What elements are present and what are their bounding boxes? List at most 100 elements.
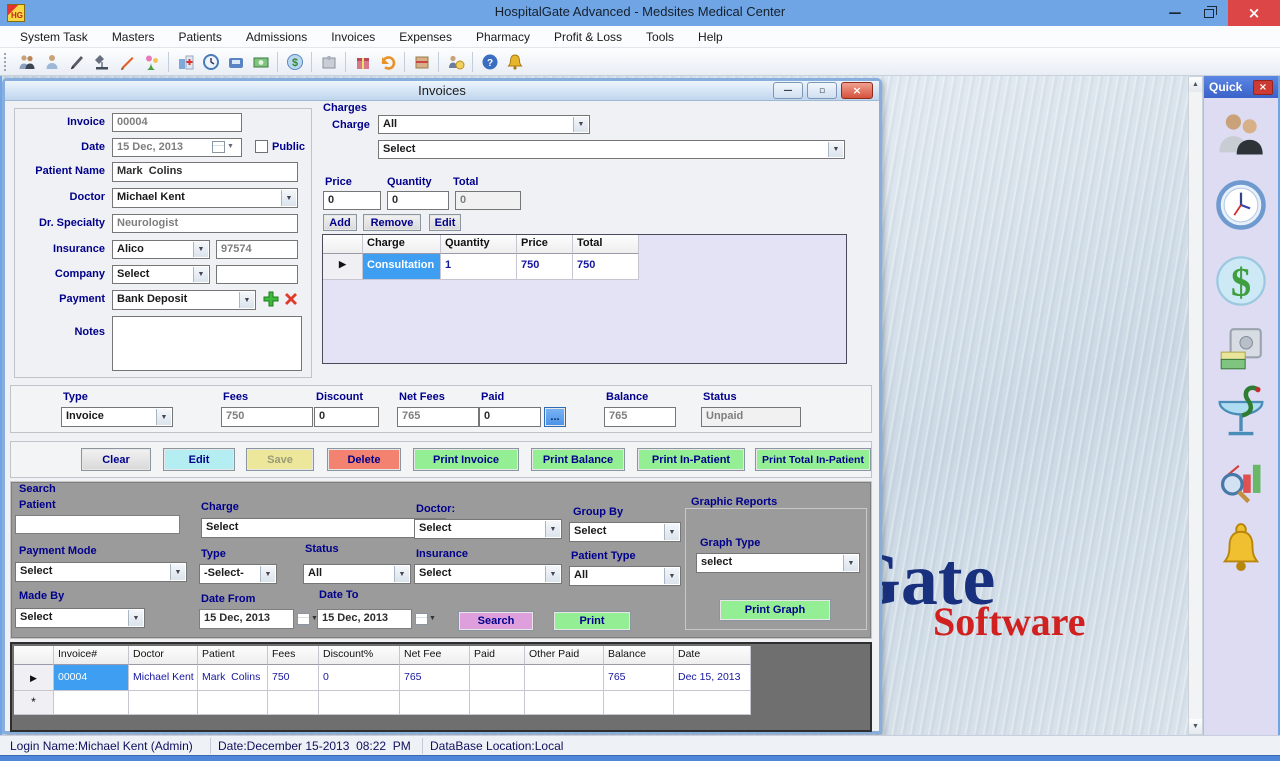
- save-button[interactable]: Save: [246, 448, 314, 471]
- search-charge-select[interactable]: Select▼: [201, 518, 446, 538]
- restore-button[interactable]: [1194, 0, 1224, 26]
- patient-type-select[interactable]: All▼: [569, 566, 681, 586]
- discount-cell[interactable]: 0: [319, 665, 400, 691]
- scroll-up-icon[interactable]: ▲: [1189, 77, 1202, 92]
- company-number-field[interactable]: [216, 265, 298, 284]
- notes-textarea[interactable]: [112, 316, 302, 371]
- menu-help[interactable]: Help: [688, 27, 733, 47]
- patients-group-icon[interactable]: [15, 50, 38, 73]
- minimize-button[interactable]: —: [1160, 0, 1190, 26]
- menu-pharmacy[interactable]: Pharmacy: [466, 27, 540, 47]
- dollar-coin-icon[interactable]: $: [283, 50, 306, 73]
- print-graph-button[interactable]: Print Graph: [719, 599, 831, 621]
- results-grid[interactable]: Invoice# Doctor Patient Fees Discount% N…: [14, 646, 751, 717]
- type-select[interactable]: Invoice▼: [61, 407, 173, 427]
- company-select[interactable]: Select▼: [112, 265, 210, 284]
- price-cell[interactable]: 750: [517, 254, 573, 280]
- price-field[interactable]: 0: [323, 191, 381, 210]
- reminder-bell-icon[interactable]: [503, 50, 526, 73]
- add-charge-button[interactable]: Add: [323, 214, 357, 231]
- charges-grid[interactable]: Charge Quantity Price Total ▶ Consultati…: [322, 234, 847, 364]
- net-fees-field[interactable]: 765: [397, 407, 479, 427]
- quick-bell-icon[interactable]: [1214, 518, 1268, 580]
- print-button[interactable]: Print: [553, 611, 631, 631]
- date-cell[interactable]: Dec 15, 2013: [674, 665, 751, 691]
- print-total-inpatient-button[interactable]: Print Total In-Patient: [755, 448, 871, 471]
- charge-cell[interactable]: Consultation: [363, 254, 441, 280]
- menu-masters[interactable]: Masters: [102, 27, 165, 47]
- print-invoice-button[interactable]: Print Invoice: [413, 448, 519, 471]
- print-inpatient-button[interactable]: Print In-Patient: [637, 448, 745, 471]
- child-close-button[interactable]: ×: [841, 82, 873, 99]
- results-grid-row[interactable]: ▶ 00004 Michael Kent Mark Colins 750 0 7…: [14, 665, 751, 691]
- quick-close-button[interactable]: ×: [1253, 80, 1273, 95]
- gift-icon[interactable]: [351, 50, 374, 73]
- quick-report-search-icon[interactable]: [1214, 454, 1268, 508]
- total-cell[interactable]: 750: [573, 254, 639, 280]
- delete-button[interactable]: Delete: [327, 448, 401, 471]
- quick-billing-icon[interactable]: $: [1214, 254, 1268, 308]
- invoices-window-titlebar[interactable]: Invoices — ▫ ×: [5, 81, 879, 101]
- public-checkbox[interactable]: [255, 140, 268, 153]
- edit-charge-button[interactable]: Edit: [429, 214, 461, 231]
- paid-cell[interactable]: [470, 665, 525, 691]
- otherpaid-cell[interactable]: [525, 665, 604, 691]
- undo-arrow-icon[interactable]: [376, 50, 399, 73]
- date-to-dropdown-icon[interactable]: ▼: [429, 615, 436, 622]
- calendar-icon[interactable]: [415, 613, 428, 625]
- payment-select[interactable]: Bank Deposit▼: [112, 290, 256, 310]
- remove-payment-icon[interactable]: [283, 291, 299, 312]
- cash-note-icon[interactable]: [249, 50, 272, 73]
- search-type-select[interactable]: -Select-▼: [199, 564, 277, 584]
- edit-button[interactable]: Edit: [163, 448, 235, 471]
- quick-clock-icon[interactable]: [1214, 178, 1268, 232]
- made-by-select[interactable]: Select▼: [15, 608, 145, 628]
- patient-icon[interactable]: [40, 50, 63, 73]
- invoice-number-field[interactable]: 00004: [112, 113, 242, 132]
- remove-charge-button[interactable]: Remove: [363, 214, 421, 231]
- search-status-select[interactable]: All▼: [303, 564, 411, 584]
- medicine-box-icon[interactable]: [317, 50, 340, 73]
- menu-admissions[interactable]: Admissions: [236, 27, 317, 47]
- menu-profit-loss[interactable]: Profit & Loss: [544, 27, 632, 47]
- payment-mode-select[interactable]: Select▼: [15, 562, 187, 582]
- fees-field[interactable]: 750: [221, 407, 313, 427]
- close-button[interactable]: ×: [1228, 0, 1280, 26]
- package-icon[interactable]: [410, 50, 433, 73]
- date-to-field[interactable]: 15 Dec, 2013: [317, 609, 412, 629]
- clear-button[interactable]: Clear: [81, 448, 151, 471]
- search-doctor-select[interactable]: Select▼: [414, 519, 562, 539]
- invoice-cell[interactable]: 00004: [54, 665, 129, 691]
- balance-cell[interactable]: 765: [604, 665, 674, 691]
- paid-details-button[interactable]: ...: [544, 407, 566, 427]
- discount-field[interactable]: 0: [314, 407, 379, 427]
- graph-type-select[interactable]: select▼: [696, 553, 860, 573]
- patient-name-field[interactable]: Mark Colins: [112, 162, 298, 182]
- pen-icon[interactable]: [115, 50, 138, 73]
- fees-cell[interactable]: 750: [268, 665, 319, 691]
- balance-field[interactable]: 765: [604, 407, 676, 427]
- insurance-number-field[interactable]: 97574: [216, 240, 298, 259]
- vertical-scrollbar[interactable]: ▲ ▼: [1188, 76, 1203, 735]
- quantity-cell[interactable]: 1: [441, 254, 517, 280]
- quick-pharmacy-icon[interactable]: [1214, 384, 1268, 438]
- quick-patients-icon[interactable]: [1214, 108, 1268, 162]
- results-grid-new-row[interactable]: *: [14, 691, 751, 715]
- charges-grid-row[interactable]: ▶ Consultation 1 750 750: [323, 254, 846, 280]
- search-patient-input[interactable]: [15, 515, 180, 534]
- menu-system-task[interactable]: System Task: [10, 27, 98, 47]
- microscope-icon[interactable]: [90, 50, 113, 73]
- signature-pen-icon[interactable]: [65, 50, 88, 73]
- child-minimize-button[interactable]: —: [773, 82, 803, 99]
- date-from-field[interactable]: 15 Dec, 2013: [199, 609, 294, 629]
- flowers-icon[interactable]: [140, 50, 163, 73]
- charge-item-select[interactable]: Select▼: [378, 140, 845, 159]
- child-restore-button[interactable]: ▫: [807, 82, 837, 99]
- doctor-cell[interactable]: Michael Kent: [129, 665, 198, 691]
- paid-field[interactable]: 0: [479, 407, 541, 427]
- fax-icon[interactable]: [224, 50, 247, 73]
- menu-invoices[interactable]: Invoices: [321, 27, 385, 47]
- menu-tools[interactable]: Tools: [636, 27, 684, 47]
- calendar-icon[interactable]: [297, 613, 310, 625]
- scroll-down-icon[interactable]: ▼: [1189, 719, 1202, 734]
